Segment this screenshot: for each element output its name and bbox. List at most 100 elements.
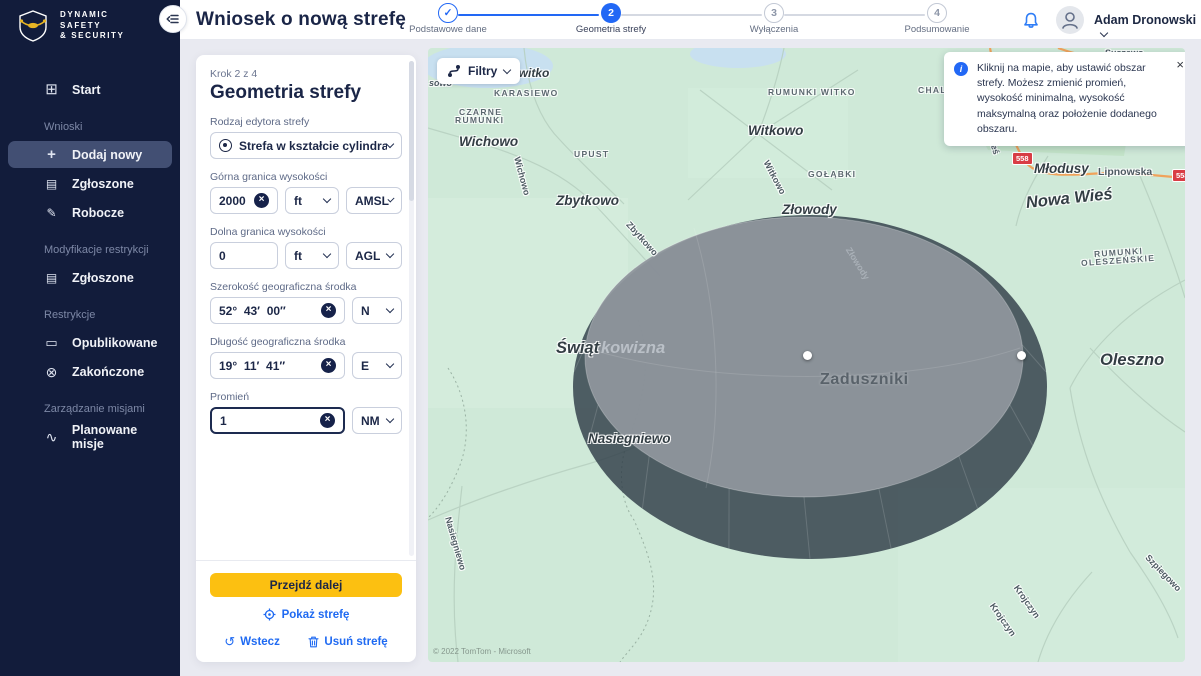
map-label: Krojczyn: [988, 601, 1018, 638]
step-2[interactable]: 2 Geometria strefy: [598, 3, 624, 23]
close-icon[interactable]: [1176, 57, 1184, 72]
sidebar-item-robocze[interactable]: Robocze: [8, 199, 172, 226]
document-icon: [44, 271, 59, 284]
step-connector-1: [458, 14, 599, 16]
map-label: kowizna: [601, 339, 665, 358]
card-icon: [44, 336, 59, 349]
sidebar-item-zakonczone[interactable]: Zakończone: [8, 358, 172, 385]
lower-limit-ref-select[interactable]: AGL: [346, 242, 402, 269]
map-label: UPUST: [574, 149, 609, 159]
form-scrollbar-thumb[interactable]: [409, 61, 414, 201]
step-2-circle: 2: [601, 3, 621, 23]
longitude-hemisphere-select[interactable]: E: [352, 352, 402, 379]
step-1[interactable]: Podstawowe dane: [435, 3, 461, 23]
delete-zone-link[interactable]: Usuń strefę: [308, 636, 387, 648]
filters-button[interactable]: Filtry: [437, 58, 520, 84]
map-label: Złowody: [844, 245, 872, 281]
chevron-down-icon: [386, 415, 394, 423]
person-icon: [1056, 6, 1084, 34]
circle-x-icon: [44, 365, 59, 379]
chevron-down-icon: [503, 66, 511, 74]
stepper: Podstawowe dane 2 Geometria strefy 3 Wył…: [435, 3, 955, 37]
map-label: GOŁĄBKI: [808, 169, 856, 179]
user-name: Adam Dronowski: [1094, 13, 1196, 27]
upper-limit-ref-select[interactable]: AMSL: [346, 187, 402, 214]
clear-icon[interactable]: [321, 358, 336, 373]
map[interactable]: Piotrowitko sowo KARASIEWO CZARNE RUMUNK…: [428, 48, 1185, 662]
info-icon: i: [954, 62, 968, 76]
route-filter-icon: [447, 64, 461, 78]
form-title: Geometria strefy: [210, 82, 402, 104]
map-label: Krojczyn: [1012, 583, 1042, 620]
chevron-down-icon: [386, 140, 394, 148]
radius-unit-select[interactable]: NM: [352, 407, 402, 434]
map-label: Nasiegniewo: [443, 516, 468, 572]
sidebar-item-zgloszone-modyfikacje[interactable]: Zgłoszone: [8, 264, 172, 291]
sidebar-section-restrykcje: Restrykcje: [0, 293, 180, 327]
map-label: Młodusy: [1034, 161, 1089, 176]
sidebar: DYNAMIC SAFETY & SECURITY Start Wnioski …: [0, 0, 180, 676]
map-label: Nowa Wieś: [1025, 185, 1113, 213]
show-zone-link[interactable]: Pokaż strefę: [210, 608, 402, 621]
map-label: KARASIEWO: [494, 88, 559, 98]
sidebar-nav: Start Wnioski Dodaj nowy Zgłoszone Roboc…: [0, 76, 180, 450]
sidebar-item-dodaj-nowy[interactable]: Dodaj nowy: [8, 141, 172, 168]
zone-center-handle[interactable]: [803, 351, 812, 360]
chevron-down-icon: [323, 195, 331, 203]
map-label: Wichowo: [512, 156, 532, 197]
longitude-input[interactable]: 19° 11′ 41″: [210, 352, 345, 379]
latitude-input[interactable]: 52° 43′ 00″: [210, 297, 345, 324]
latitude-label: Szerokość geograficzna środka: [210, 281, 402, 293]
map-label: Złowody: [782, 202, 837, 217]
road-shield: 558: [1172, 169, 1185, 182]
map-label: Oleszno: [1100, 351, 1164, 370]
document-edit-icon: [44, 206, 59, 219]
map-label: Zbytkowo: [556, 193, 619, 208]
step-3-circle: 3: [764, 3, 784, 23]
next-button[interactable]: Przejdź dalej: [210, 573, 402, 597]
sidebar-section-zarzadzanie: Zarządzanie misjami: [0, 387, 180, 421]
tooltip-text: Kliknij na mapie, aby ustawić obszar str…: [977, 61, 1170, 137]
upper-limit-unit-select[interactable]: ft: [285, 187, 339, 214]
radius-input[interactable]: 1: [210, 407, 345, 434]
user-menu[interactable]: Adam Dronowski: [1094, 13, 1201, 41]
clear-icon[interactable]: [320, 413, 335, 428]
sidebar-collapse-button[interactable]: [159, 5, 187, 33]
clear-icon[interactable]: [254, 193, 269, 208]
lower-limit-input[interactable]: 0: [210, 242, 278, 269]
sidebar-section-modyfikacje: Modyfikacje restrykcji: [0, 228, 180, 262]
step-1-check-icon: [438, 3, 458, 23]
step-counter: Krok 2 z 4: [210, 68, 402, 80]
map-label: Nasiegniewo: [588, 431, 671, 446]
map-label: Zbytkowo: [624, 220, 660, 258]
step-connector-3: [784, 14, 925, 16]
upper-limit-input[interactable]: 2000: [210, 187, 278, 214]
radio-dot-icon: [219, 139, 232, 152]
map-label: RUMUNKI: [455, 115, 504, 125]
map-label: Zaduszniki: [820, 371, 909, 389]
document-icon: [44, 177, 59, 190]
map-label: Szpiegowo: [1143, 553, 1183, 594]
clear-icon[interactable]: [321, 303, 336, 318]
sidebar-item-opublikowane[interactable]: Opublikowane: [8, 329, 172, 356]
step-4: 4 Podsumowanie: [924, 3, 950, 23]
map-label: Witkowo: [748, 123, 803, 138]
zone-radius-handle[interactable]: [1017, 351, 1026, 360]
map-hint-tooltip: i Kliknij na mapie, aby ustawić obszar s…: [944, 52, 1185, 146]
sidebar-section-wnioski: Wnioski: [0, 105, 180, 139]
header: Wniosek o nową strefę Podstawowe dane 2 …: [180, 0, 1201, 40]
back-link[interactable]: ↺ Wstecz: [224, 635, 280, 648]
lower-limit-unit-select[interactable]: ft: [285, 242, 339, 269]
editor-type-select[interactable]: Strefa w kształcie cylindra: [210, 132, 402, 159]
sidebar-item-planowane-misje[interactable]: Planowane misje: [8, 423, 172, 450]
route-icon: [44, 430, 59, 444]
sidebar-item-zgloszone[interactable]: Zgłoszone: [8, 170, 172, 197]
plus-icon: [44, 147, 59, 162]
notifications-bell-icon[interactable]: [1022, 11, 1040, 30]
collapse-menu-icon: [165, 11, 181, 27]
latitude-hemisphere-select[interactable]: N: [352, 297, 402, 324]
undo-icon: ↺: [224, 635, 235, 648]
radius-label: Promień: [210, 391, 402, 403]
sidebar-item-start[interactable]: Start: [8, 76, 172, 103]
user-avatar[interactable]: [1056, 6, 1084, 34]
